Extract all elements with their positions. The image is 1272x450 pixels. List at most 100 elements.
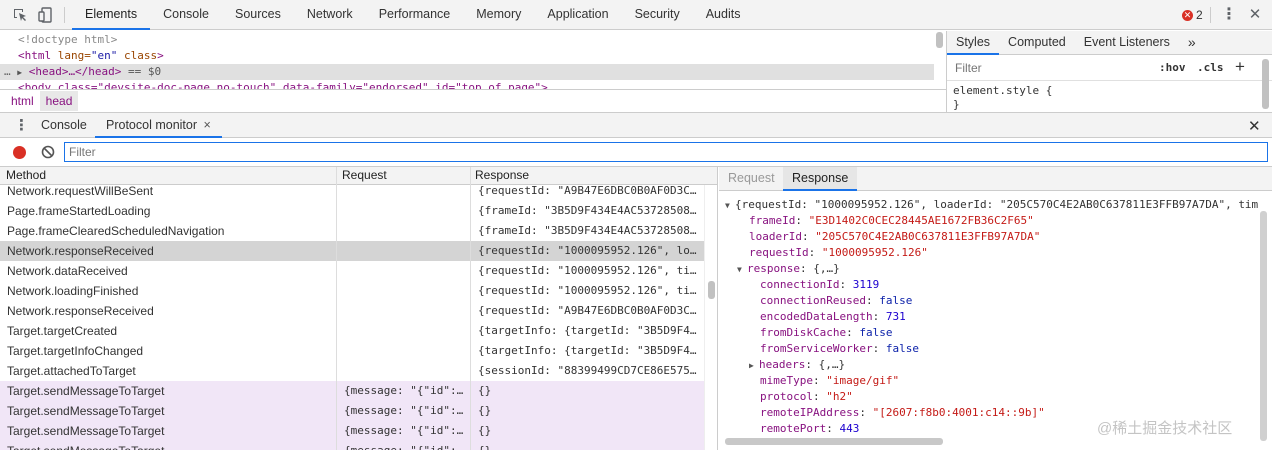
tab-memory[interactable]: Memory — [463, 0, 534, 30]
row-request — [337, 261, 471, 281]
row-request — [337, 361, 471, 381]
more-tabs-chevron-icon[interactable]: » — [1179, 31, 1205, 55]
tab-audits[interactable]: Audits — [693, 0, 754, 30]
close-drawer-icon[interactable]: ✕ — [1248, 117, 1261, 135]
row-method: Target.targetCreated — [7, 324, 118, 338]
row-method: Target.targetInfoChanged — [7, 344, 144, 358]
tab-elements[interactable]: Elements — [72, 0, 151, 30]
table-row[interactable]: Target.targetCreated {targetInfo: {target… — [0, 321, 704, 341]
table-row[interactable]: Network.responseReceived {requestId: "100… — [0, 241, 704, 261]
response-field[interactable]: frameId: "E3D1402C0CEC28445AE1672FB36C2F… — [749, 213, 1034, 229]
field-value: {,…} — [813, 262, 840, 275]
field-value: false — [859, 326, 893, 339]
table-row[interactable]: Network.requestWillBeSent {requestId: "A9… — [0, 181, 704, 201]
table-row[interactable]: Target.targetInfoChanged {targetInfo: {ta… — [0, 341, 704, 361]
styles-filter-input[interactable] — [951, 58, 1151, 78]
response-summary-line[interactable]: ▼ {requestId: "1000095952.126", loaderId:… — [725, 197, 1258, 213]
response-object-node[interactable]: ▼ response: {,…} — [737, 261, 840, 277]
head-node[interactable]: … ▶ <head>…</head> == $0 — [0, 64, 934, 80]
response-field[interactable]: connectionReused: false — [760, 293, 912, 309]
hover-state-toggle[interactable]: :hov — [1159, 61, 1186, 74]
collapse-triangle-icon[interactable]: ▶ — [749, 358, 759, 374]
table-row[interactable]: Target.sendMessageToTarget{message: "{"i… — [0, 401, 704, 421]
table-row[interactable]: Page.frameStartedLoading {frameId: "3B5D9… — [0, 201, 704, 221]
table-row[interactable]: Target.sendMessageToTarget{message: "{"i… — [0, 381, 704, 401]
clear-icon[interactable] — [41, 145, 55, 159]
protocol-filter-input[interactable] — [64, 142, 1268, 162]
detail-tab-response[interactable]: Response — [783, 167, 858, 191]
table-row[interactable]: Network.responseReceived {requestId: "A9B… — [0, 301, 704, 321]
row-response: {} — [478, 404, 492, 417]
field-value: "h2" — [826, 390, 853, 403]
row-request — [337, 241, 471, 261]
field-value: "[2607:f8b0:4001:c14::9b]" — [872, 406, 1045, 419]
row-response: {} — [478, 384, 492, 397]
tab-computed[interactable]: Computed — [999, 31, 1075, 55]
drawer-tab-protocol-monitor[interactable]: Protocol monitor × — [95, 113, 222, 138]
tab-console[interactable]: Console — [150, 0, 222, 30]
new-style-rule-icon[interactable]: + — [1235, 57, 1245, 77]
inspect-element-icon[interactable] — [12, 7, 28, 23]
html-node[interactable]: <html lang="en" class> — [0, 48, 934, 64]
response-field[interactable]: connectionId: 3119 — [760, 277, 879, 293]
response-field[interactable]: requestId: "1000095952.126" — [749, 245, 928, 261]
table-row[interactable]: Network.dataReceived {requestId: "1000095… — [0, 261, 704, 281]
drawer-menu-icon[interactable]: ⋮ — [14, 116, 29, 134]
row-response: {targetInfo: {targetId: "3B5D9F4… — [478, 324, 697, 337]
doctype-node[interactable]: <!doctype html> — [0, 32, 934, 48]
detail-scrollbar-track — [1259, 211, 1269, 441]
drawer-tab-console[interactable]: Console — [30, 113, 98, 138]
html-lang-value: "en" — [90, 49, 118, 62]
breadcrumb-html[interactable]: html — [5, 91, 40, 111]
table-row[interactable]: Target.sendMessageToTarget{message: "{"i… — [0, 421, 704, 441]
tab-performance[interactable]: Performance — [366, 0, 464, 30]
response-field[interactable]: loaderId: "205C570C4E2AB0C637811E3FFB97A… — [749, 229, 1040, 245]
tab-styles[interactable]: Styles — [947, 31, 1000, 55]
response-field[interactable]: mimeType: "image/gif" — [760, 373, 899, 389]
body-node[interactable]: <body class="devsite-doc-page no-touch" … — [0, 80, 934, 89]
elements-scrollbar[interactable] — [936, 32, 943, 48]
toolbar-divider — [1210, 7, 1211, 23]
tab-security[interactable]: Security — [622, 0, 693, 30]
record-button[interactable] — [13, 146, 26, 159]
close-tab-icon[interactable]: × — [204, 118, 211, 132]
element-style-rule[interactable]: element.style { } — [953, 84, 1052, 112]
error-count-badge[interactable]: ✕ 2 — [1182, 7, 1203, 23]
table-row[interactable]: Page.frameClearedScheduledNavigation {fra… — [0, 221, 704, 241]
tab-event-listeners[interactable]: Event Listeners — [1075, 31, 1179, 55]
field-value: "E3D1402C0CEC28445AE1672FB36C2F65" — [808, 214, 1034, 227]
breadcrumb-head[interactable]: head — [39, 90, 79, 111]
more-options-icon[interactable]: ⋮ — [1221, 7, 1237, 23]
detail-vertical-scrollbar[interactable] — [1260, 211, 1267, 441]
detail-tab-request[interactable]: Request — [719, 167, 784, 191]
detail-horizontal-scrollbar[interactable] — [725, 438, 943, 445]
response-field[interactable]: remoteIPAddress: "[2607:f8b0:4001:c14::9… — [760, 405, 1045, 421]
expand-triangle-icon[interactable]: ▼ — [725, 198, 735, 214]
tab-sources[interactable]: Sources — [222, 0, 294, 30]
device-toolbar-icon[interactable] — [38, 7, 54, 23]
table-row[interactable]: Network.loadingFinished {requestId: "1000… — [0, 281, 704, 301]
close-devtools-icon[interactable]: ✕ — [1247, 7, 1263, 23]
expand-triangle-icon[interactable]: ▼ — [737, 262, 747, 278]
table-row[interactable]: Target.sendMessageToTarget{message: "{"i… — [0, 441, 704, 450]
field-key: loaderId — [749, 230, 802, 243]
expand-triangle-icon[interactable]: ▶ — [17, 68, 22, 77]
html-lang-attr: lang= — [51, 49, 91, 62]
styles-scrollbar[interactable] — [1262, 59, 1269, 109]
tab-network[interactable]: Network — [294, 0, 366, 30]
body-tag: <body class="devsite-doc-page no-touch" … — [18, 81, 548, 89]
field-value: false — [879, 294, 913, 307]
response-field[interactable]: remotePort: 443 — [760, 421, 859, 437]
row-request: {message: "{"id":… — [344, 404, 464, 417]
table-scrollbar[interactable] — [708, 281, 715, 299]
class-toggle[interactable]: .cls — [1197, 61, 1224, 74]
tab-application[interactable]: Application — [534, 0, 621, 30]
detail-tabs: Request Response — [719, 167, 1272, 191]
response-field[interactable]: ▶ headers: {,…} — [749, 357, 845, 373]
response-field[interactable]: fromServiceWorker: false — [760, 341, 919, 357]
response-field[interactable]: protocol: "h2" — [760, 389, 853, 405]
response-field[interactable]: encodedDataLength: 731 — [760, 309, 906, 325]
elements-tree: <!doctype html> <html lang="en" class> …… — [0, 31, 946, 89]
response-field[interactable]: fromDiskCache: false — [760, 325, 892, 341]
table-row[interactable]: Target.attachedToTarget {sessionId: "8839… — [0, 361, 704, 381]
